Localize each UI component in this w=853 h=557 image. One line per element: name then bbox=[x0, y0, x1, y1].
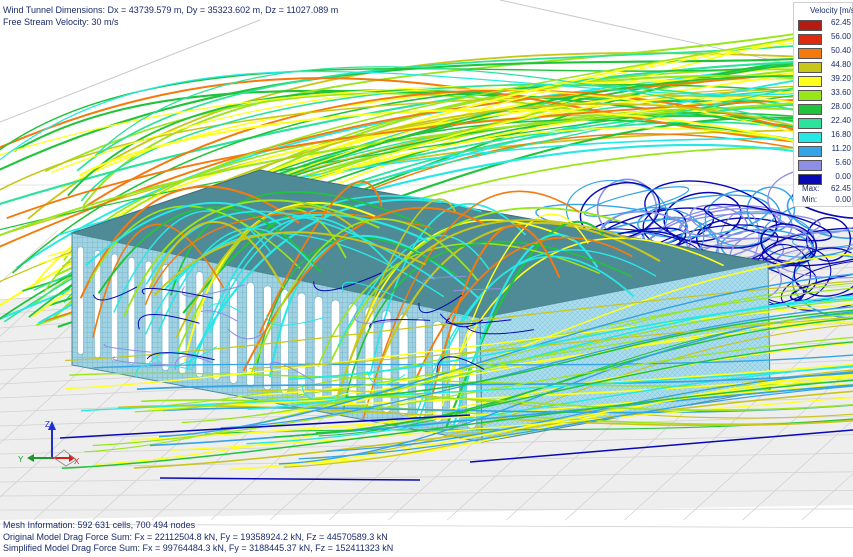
legend-value: 11.20 bbox=[831, 144, 851, 153]
facade-slot bbox=[246, 281, 255, 388]
legend-value: 44.80 bbox=[830, 60, 851, 69]
legend-swatch bbox=[798, 132, 822, 143]
legend-value: 0.00 bbox=[835, 172, 851, 181]
legend-value: 5.60 bbox=[835, 158, 851, 167]
facade-slot bbox=[296, 292, 307, 397]
legend-swatch bbox=[798, 48, 822, 59]
legend-min-label: Min: bbox=[802, 195, 818, 204]
legend-swatch bbox=[798, 160, 822, 171]
velocity-legend: Velocity [m/s] 62.45 56.00 50.40 44.80 39.20… bbox=[793, 2, 853, 207]
legend-title: Velocity [m/s] bbox=[810, 6, 853, 15]
tunnel-dimensions-text: Wind Tunnel Dimensions: Dx = 43739.579 m… bbox=[3, 5, 339, 15]
legend-value: 50.40 bbox=[830, 46, 851, 55]
mesh-info-text: Mesh Information: 592 631 cells, 700 494… bbox=[3, 520, 196, 530]
z-axis-label: Z bbox=[45, 420, 50, 429]
facade-slot bbox=[195, 271, 204, 378]
tunnel-info: Wind Tunnel Dimensions: Dx = 43739.579 m… bbox=[3, 4, 338, 28]
legend-max-label: Max: bbox=[802, 184, 820, 193]
legend-swatch bbox=[798, 146, 822, 157]
simplified-drag-force-text: Simplified Model Drag Force Sum: Fx = 99… bbox=[3, 543, 394, 553]
y-axis-label: Y bbox=[18, 455, 24, 464]
mesh-info: Mesh Information: 592 631 cells, 700 494… bbox=[3, 520, 393, 555]
legend-value: 33.60 bbox=[830, 88, 851, 97]
legend-value: 39.20 bbox=[830, 74, 851, 83]
legend-value: 28.00 bbox=[830, 102, 851, 111]
legend-swatch bbox=[798, 76, 822, 87]
legend-max-value: 62.45 bbox=[830, 184, 851, 193]
y-axis-arrow-icon bbox=[27, 454, 34, 462]
legend-value: 16.80 bbox=[830, 130, 851, 139]
legend-value: 22.40 bbox=[830, 116, 851, 125]
axis-triad: Z Y X bbox=[18, 420, 80, 467]
legend-swatch bbox=[798, 62, 822, 73]
legend-swatch bbox=[798, 34, 822, 45]
wind-tunnel-viewport[interactable]: Wind Tunnel Dimensions: Dx = 43739.579 m… bbox=[0, 0, 853, 557]
legend-swatch bbox=[798, 90, 822, 101]
legend-min-value: 0.00 bbox=[835, 195, 851, 204]
legend-swatch bbox=[798, 104, 822, 115]
legend-value: 62.45 bbox=[830, 18, 851, 27]
legend-value: 56.00 bbox=[830, 32, 851, 41]
legend-swatch bbox=[798, 118, 822, 129]
3d-scene[interactable] bbox=[0, 0, 853, 557]
facade-slot bbox=[77, 246, 84, 356]
legend-swatch bbox=[798, 20, 822, 31]
x-axis-label: X bbox=[74, 457, 80, 466]
original-drag-force-text: Original Model Drag Force Sum: Fx = 2211… bbox=[3, 531, 388, 542]
free-stream-velocity-text: Free Stream Velocity: 30 m/s bbox=[3, 17, 119, 27]
